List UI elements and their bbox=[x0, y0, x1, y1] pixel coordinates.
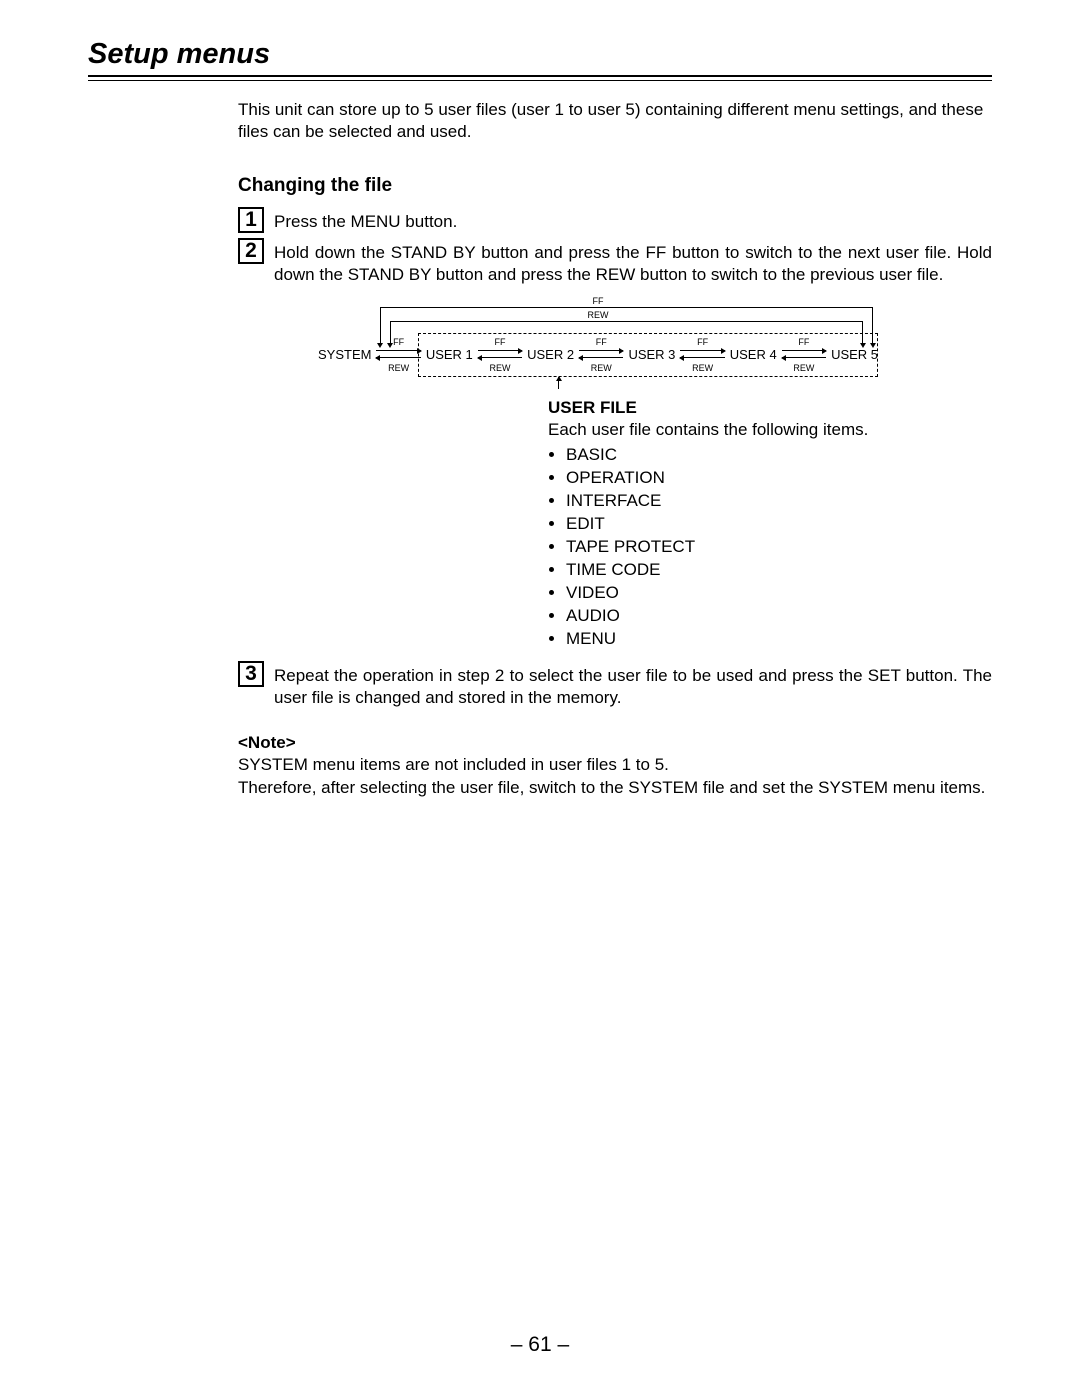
subheading-changing-file: Changing the file bbox=[238, 175, 992, 197]
intro-text: This unit can store up to 5 user files (… bbox=[238, 99, 992, 143]
rew-label: REW bbox=[374, 363, 422, 373]
ff-label: FF bbox=[577, 337, 625, 347]
diagram-node-user4: USER 4 bbox=[730, 347, 777, 362]
arrow-right-icon bbox=[782, 350, 826, 351]
diagram-link: FF REW bbox=[374, 347, 422, 361]
list-item: TIME CODE bbox=[566, 559, 992, 582]
arrow-left-icon bbox=[782, 357, 826, 358]
list-item: VIDEO bbox=[566, 582, 992, 605]
diagram-node-user3: USER 3 bbox=[628, 347, 675, 362]
step-number: 2 bbox=[238, 238, 264, 264]
diagram-node-row: SYSTEM FF REW USER 1 FF REW USER 2 FF bbox=[318, 347, 878, 362]
list-item: OPERATION bbox=[566, 467, 992, 490]
step: 2 Hold down the STAND BY button and pres… bbox=[238, 242, 992, 287]
diagram-link: FF REW bbox=[577, 347, 625, 361]
note-heading: <Note> bbox=[238, 732, 992, 755]
arrow-right-icon bbox=[680, 350, 724, 351]
arrow-left-icon bbox=[376, 357, 420, 358]
arrow-right-icon bbox=[376, 350, 420, 351]
arrow-right-icon bbox=[478, 350, 522, 351]
step-text: Hold down the STAND BY button and press … bbox=[274, 242, 992, 287]
list-item: EDIT bbox=[566, 513, 992, 536]
step-text: Repeat the operation in step 2 to select… bbox=[274, 665, 992, 710]
step-text: Press the MENU button. bbox=[274, 211, 992, 233]
arrow-left-icon bbox=[579, 357, 623, 358]
diagram-top-ff-label: FF bbox=[318, 296, 878, 306]
user-file-lead: Each user file contains the following it… bbox=[548, 419, 992, 442]
note-line: Therefore, after selecting the user file… bbox=[238, 777, 992, 800]
page-number: – 61 – bbox=[0, 1333, 1080, 1357]
diagram-callout-arrow bbox=[558, 377, 559, 389]
arrow-right-icon bbox=[579, 350, 623, 351]
ff-label: FF bbox=[476, 337, 524, 347]
rew-label: REW bbox=[678, 363, 726, 373]
rew-label: REW bbox=[476, 363, 524, 373]
step: 1 Press the MENU button. bbox=[238, 211, 992, 233]
diagram-link: FF REW bbox=[476, 347, 524, 361]
step: 3 Repeat the operation in step 2 to sele… bbox=[238, 665, 992, 710]
user-file-block: USER FILE Each user file contains the fo… bbox=[548, 397, 992, 651]
steps-list: 1 Press the MENU button. 2 Hold down the… bbox=[238, 211, 992, 286]
diagram-node-system: SYSTEM bbox=[318, 347, 371, 362]
ff-label: FF bbox=[374, 337, 422, 347]
diagram-inner-loop bbox=[390, 321, 863, 322]
diagram-outer-loop bbox=[380, 307, 873, 308]
diagram-node-user2: USER 2 bbox=[527, 347, 574, 362]
list-item: TAPE PROTECT bbox=[566, 536, 992, 559]
step-number: 3 bbox=[238, 661, 264, 687]
arrow-left-icon bbox=[680, 357, 724, 358]
rew-label: REW bbox=[780, 363, 828, 373]
list-item: MENU bbox=[566, 628, 992, 651]
note-block: <Note> SYSTEM menu items are not include… bbox=[238, 732, 992, 800]
user-file-items: BASIC OPERATION INTERFACE EDIT TAPE PROT… bbox=[548, 444, 992, 650]
note-line: SYSTEM menu items are not included in us… bbox=[238, 754, 992, 777]
diagram-link: FF REW bbox=[780, 347, 828, 361]
steps-list-cont: 3 Repeat the operation in step 2 to sele… bbox=[238, 665, 992, 710]
list-item: AUDIO bbox=[566, 605, 992, 628]
list-item: BASIC bbox=[566, 444, 992, 467]
diagram-top-rew-label: REW bbox=[318, 310, 878, 320]
user-file-diagram: FF REW SYSTEM FF REW USER 1 FF bbox=[318, 299, 878, 389]
step-number: 1 bbox=[238, 207, 264, 233]
page-title: Setup menus bbox=[88, 38, 992, 71]
rew-label: REW bbox=[577, 363, 625, 373]
diagram-node-user1: USER 1 bbox=[426, 347, 473, 362]
list-item: INTERFACE bbox=[566, 490, 992, 513]
title-rule bbox=[88, 75, 992, 81]
ff-label: FF bbox=[780, 337, 828, 347]
diagram-link: FF REW bbox=[678, 347, 726, 361]
ff-label: FF bbox=[678, 337, 726, 347]
diagram-node-user5: USER 5 bbox=[831, 347, 878, 362]
arrow-left-icon bbox=[478, 357, 522, 358]
user-file-heading: USER FILE bbox=[548, 397, 992, 420]
